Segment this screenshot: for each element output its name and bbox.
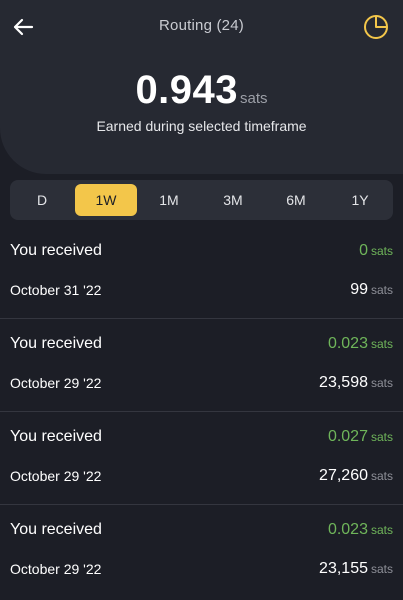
earned-fee-value: 0.027 — [327, 428, 368, 445]
earned-value: 0.943 — [135, 68, 239, 112]
stats-button[interactable] — [362, 13, 390, 41]
tab-6m[interactable]: 6M — [265, 184, 327, 216]
tab-3m[interactable]: 3M — [202, 184, 264, 216]
forwarded-amount-value: 27,260 — [319, 467, 368, 484]
tab-d[interactable]: D — [11, 184, 73, 216]
list-item[interactable]: You received 0.023 sats October 29 '22 23… — [0, 505, 403, 598]
earned-caption: Earned during selected timeframe — [96, 118, 307, 134]
event-date: October 29 '22 — [10, 561, 102, 577]
event-date: October 29 '22 — [10, 375, 102, 391]
forwarded-amount: 99 sats — [350, 281, 393, 299]
tab-1w[interactable]: 1W — [75, 184, 137, 216]
earned-unit: sats — [240, 90, 268, 107]
forwarded-amount-unit: sats — [370, 283, 393, 297]
earned-fee-value: 0.023 — [327, 521, 368, 538]
forwarded-amount-value: 99 — [350, 281, 368, 298]
event-label: You received — [10, 242, 102, 259]
earned-fee: 0.027 sats — [328, 428, 393, 446]
earned-fee: 0.023 sats — [328, 335, 393, 353]
tab-1m[interactable]: 1M — [138, 184, 200, 216]
list-item[interactable]: You received 0 sats October 31 '22 99 sats — [0, 226, 403, 319]
list-item[interactable]: You received 0.027 sats October 29 '22 27… — [0, 412, 403, 505]
forwarded-amount-value: 23,155 — [319, 560, 368, 577]
earned-amount: 0.943 sats — [0, 68, 403, 113]
forwarded-amount-value: 23,598 — [319, 374, 368, 391]
forwarded-amount-unit: sats — [370, 376, 393, 390]
earned-fee-unit: sats — [370, 523, 393, 537]
forwarded-amount: 27,260 sats — [319, 467, 393, 485]
forwarded-amount: 23,598 sats — [319, 374, 393, 392]
timeframe-selector: D 1W 1M 3M 6M 1Y — [10, 180, 393, 220]
page-title: Routing (24) — [159, 17, 244, 34]
event-label: You received — [10, 335, 102, 352]
earned-fee-unit: sats — [370, 337, 393, 351]
event-label: You received — [10, 428, 102, 445]
list-item[interactable]: You received 0.023 sats October 29 '22 23… — [0, 319, 403, 412]
tab-1y[interactable]: 1Y — [329, 184, 391, 216]
earned-fee-value: 0.023 — [327, 335, 368, 352]
pie-chart-icon — [364, 15, 388, 39]
earned-fee: 0 sats — [359, 242, 393, 260]
earned-fee: 0.023 sats — [328, 521, 393, 539]
forwarded-amount-unit: sats — [370, 562, 393, 576]
earned-fee-unit: sats — [370, 430, 393, 444]
event-date: October 31 '22 — [10, 282, 102, 298]
forwarded-amount: 23,155 sats — [319, 560, 393, 578]
earned-fee-value: 0 — [359, 242, 368, 259]
forwarded-amount-unit: sats — [370, 469, 393, 483]
event-label: You received — [10, 521, 102, 538]
top-bar: Routing (24) — [0, 0, 403, 56]
earned-fee-unit: sats — [370, 244, 393, 258]
event-date: October 29 '22 — [10, 468, 102, 484]
